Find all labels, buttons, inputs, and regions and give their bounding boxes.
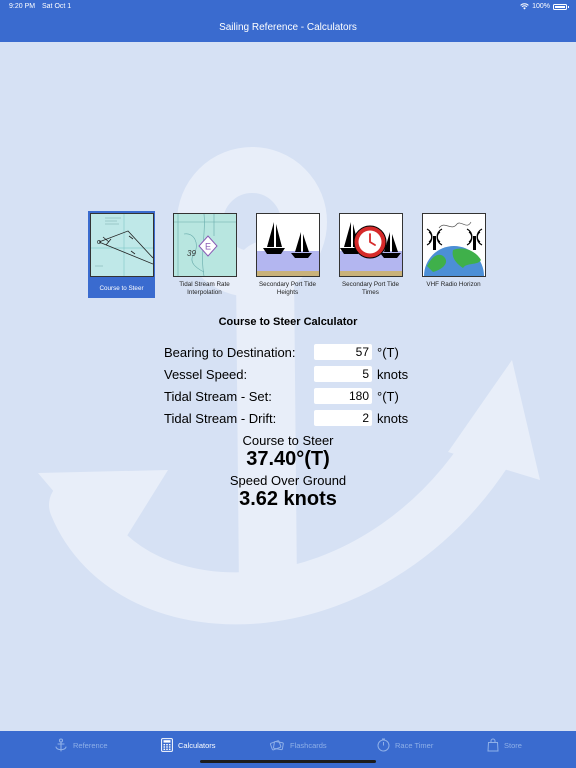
bearing-unit: °(T) [377, 345, 399, 360]
field-row-bearing: Bearing to Destination: °(T) [164, 344, 424, 360]
course-result-value: 37.40°(T) [246, 448, 330, 470]
stopwatch-icon [377, 738, 390, 752]
tab-label: Store [504, 740, 522, 750]
bearing-label: Bearing to Destination: [164, 345, 296, 360]
home-indicator [200, 760, 376, 763]
tidal-drift-unit: knots [377, 411, 409, 426]
calc-course-to-steer[interactable]: Course to Steer [88, 211, 155, 298]
calc-label: VHF Radio Horizon [426, 280, 481, 288]
sog-result: Speed Over Ground 3.62 knots [0, 473, 576, 511]
radio-globe-icon [421, 212, 486, 277]
tab-race-timer[interactable]: Race Timer [377, 738, 433, 752]
tab-store[interactable]: Store [487, 738, 522, 752]
vessel-speed-unit: knots [377, 367, 409, 382]
tab-calculators[interactable]: Calculators [161, 738, 216, 752]
course-result: Course to Steer 37.40°(T) [0, 433, 576, 471]
sailboats-clock-icon [338, 212, 403, 277]
calc-label: Tidal Stream Rate Interpolation [179, 280, 230, 296]
sog-result-label: Speed Over Ground [229, 473, 347, 488]
field-row-vessel-speed: Vessel Speed: knots [164, 366, 424, 382]
flashcards-icon [270, 740, 284, 751]
tidal-diamond-icon: E 39 [172, 212, 237, 277]
calculator-icon [161, 738, 173, 752]
tidal-drift-label: Tidal Stream - Drift: [164, 411, 277, 426]
tidal-diamond-letter: E [204, 241, 210, 251]
calculator-title: Course to Steer Calculator [218, 316, 358, 328]
calculator-selector: Course to Steer E 39 Tidal Stream Rate I… [88, 211, 487, 298]
bearing-input[interactable] [314, 344, 372, 360]
tidal-set-label: Tidal Stream - Set: [164, 389, 272, 404]
tab-flashcards[interactable]: Flashcards [270, 738, 327, 752]
tab-label: Calculators [178, 740, 216, 750]
calc-tidal-stream-rate[interactable]: E 39 Tidal Stream Rate Interpolation [171, 211, 238, 298]
vessel-speed-label: Vessel Speed: [164, 367, 248, 382]
anchor-icon [55, 738, 67, 752]
sailboats-tide-icon [255, 212, 320, 277]
field-row-tidal-set: Tidal Stream - Set: °(T) [164, 388, 424, 404]
tidal-drift-input[interactable] [314, 410, 372, 426]
calc-tide-heights[interactable]: Secondary Port Tide Heights [254, 211, 321, 298]
calc-label: Secondary Port Tide Heights [258, 280, 317, 296]
calc-label: Secondary Port Tide Times [341, 280, 400, 296]
tab-reference[interactable]: Reference [54, 738, 108, 752]
tidal-set-input[interactable] [314, 388, 372, 404]
calc-label: Course to Steer [99, 284, 144, 292]
tab-label: Race Timer [395, 740, 434, 750]
tab-label: Reference [73, 740, 108, 750]
tidal-depth-label: 39 [187, 249, 196, 258]
calc-vhf-radio-horizon[interactable]: VHF Radio Horizon [420, 211, 487, 298]
tab-label: Flashcards [290, 740, 327, 750]
anchor-watermark-icon [38, 147, 540, 625]
vessel-speed-input[interactable] [314, 366, 372, 382]
field-row-tidal-drift: Tidal Stream - Drift: knots [164, 410, 424, 426]
tidal-set-unit: °(T) [377, 389, 399, 404]
shopping-bag-icon [487, 738, 499, 752]
sog-result-value: 3.62 knots [239, 488, 337, 510]
calc-tide-times[interactable]: Secondary Port Tide Times [337, 211, 404, 298]
course-chart-icon [89, 212, 154, 277]
course-result-label: Course to Steer [242, 433, 334, 448]
